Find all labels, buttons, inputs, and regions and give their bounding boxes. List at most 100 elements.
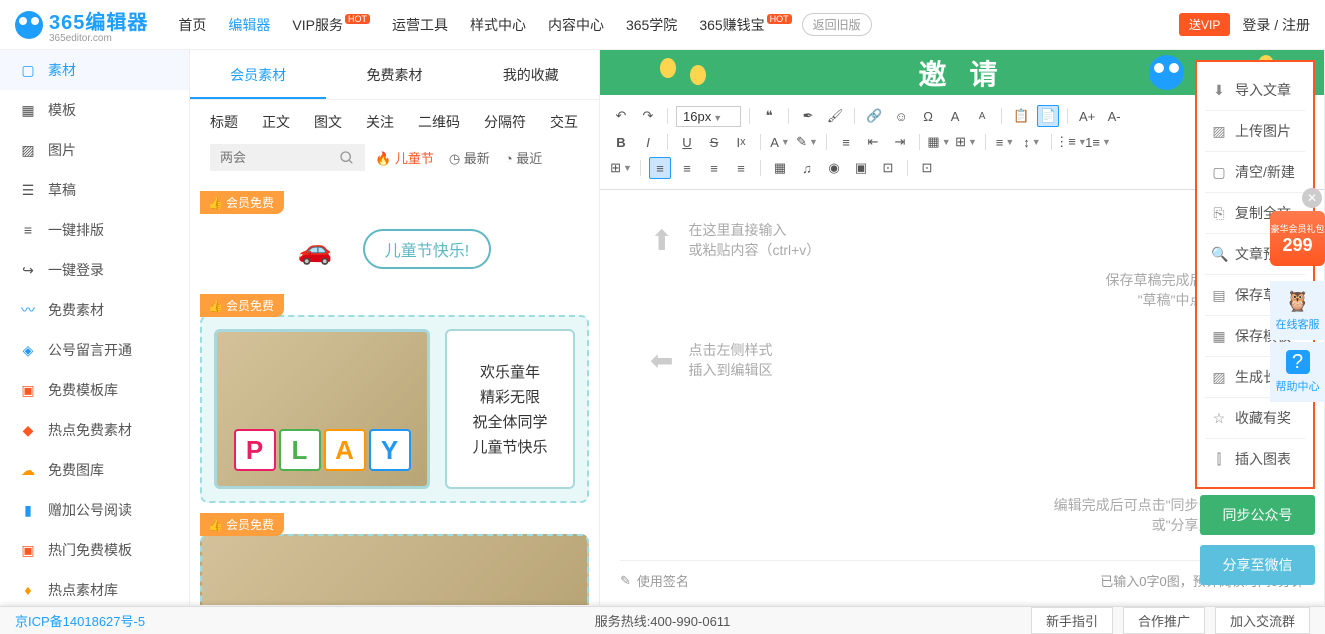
nav-item-5[interactable]: 内容中心 xyxy=(548,15,604,35)
strike-button[interactable]: S xyxy=(703,131,725,153)
sidebar-item-cloud[interactable]: ☁免费图库 xyxy=(0,450,189,490)
format-minus-button[interactable]: A- xyxy=(1103,105,1125,127)
bg-color-button[interactable]: ✎▼ xyxy=(796,131,818,153)
filter-new[interactable]: ◷ 最新 xyxy=(449,148,490,167)
filter-hot[interactable]: 🔥 儿童节 xyxy=(375,148,434,167)
footer-link-2[interactable]: 加入交流群 xyxy=(1215,607,1310,634)
sidebar-item-folder[interactable]: ▢素材 xyxy=(0,50,189,90)
promo-badge[interactable]: 豪华会员礼包 299 xyxy=(1270,211,1325,266)
subtab-3[interactable]: 关注 xyxy=(366,112,394,132)
subtab-1[interactable]: 正文 xyxy=(262,112,290,132)
nav-item-1[interactable]: 编辑器 xyxy=(228,15,270,35)
material-tab-2[interactable]: 我的收藏 xyxy=(463,50,599,99)
list-ol-button[interactable]: 1≡▼ xyxy=(1087,131,1109,153)
action-download[interactable]: ⬇导入文章 xyxy=(1205,70,1305,111)
copy-button[interactable]: 📋 xyxy=(1010,105,1032,127)
underline-button[interactable]: U xyxy=(676,131,698,153)
action-star[interactable]: ☆收藏有奖 xyxy=(1205,398,1305,439)
list-ul-button[interactable]: ⋮≡▼ xyxy=(1060,131,1082,153)
link-button[interactable]: 🔗 xyxy=(863,105,885,127)
align-l-button[interactable]: ≡ xyxy=(649,157,671,179)
special-char-button[interactable]: Ω xyxy=(917,105,939,127)
spacing-button[interactable]: ⊞▼ xyxy=(955,131,977,153)
nav-item-2[interactable]: VIP服务HOT xyxy=(292,15,370,35)
sidebar-item-wave[interactable]: 〰免费素材 xyxy=(0,290,189,330)
bold-button[interactable]: B xyxy=(610,131,632,153)
close-float-button[interactable]: ✕ xyxy=(1302,188,1322,208)
subtab-6[interactable]: 交互 xyxy=(550,112,578,132)
filter-recent[interactable]: ◔ 最近 xyxy=(505,148,542,167)
old-version-button[interactable]: 返回旧版 xyxy=(802,13,872,36)
sidebar-item-diamond[interactable]: ◆热点免费素材 xyxy=(0,410,189,450)
align-c-button[interactable]: ≡ xyxy=(676,157,698,179)
eyedropper-button[interactable]: ✒ xyxy=(797,105,819,127)
action-image[interactable]: ▨上传图片 xyxy=(1205,111,1305,152)
sidebar-item-box[interactable]: ▣免费模板库 xyxy=(0,370,189,410)
sidebar-item-doc[interactable]: ☰草稿 xyxy=(0,170,189,210)
signature-toggle[interactable]: ✎ 使用签名 xyxy=(620,571,689,590)
sync-wechat-button[interactable]: 同步公众号 xyxy=(1200,495,1315,535)
subtab-0[interactable]: 标题 xyxy=(210,112,238,132)
sidebar-item-fire[interactable]: ▣热门免费模板 xyxy=(0,530,189,570)
login-link[interactable]: 登录 / 注册 xyxy=(1242,15,1310,35)
align-j-button[interactable]: ≡ xyxy=(730,157,752,179)
search-input[interactable] xyxy=(210,144,329,171)
material-card-3[interactable]: 👍 会员免费 xyxy=(200,513,589,605)
subtab-2[interactable]: 图文 xyxy=(314,112,342,132)
sidebar-item-book[interactable]: ▮赠加公号阅读 xyxy=(0,490,189,530)
share-wechat-button[interactable]: 分享至微信 xyxy=(1200,545,1315,585)
online-service-button[interactable]: 🦉 在线客服 xyxy=(1270,281,1325,340)
indent-right-button[interactable]: ⇥ xyxy=(889,131,911,153)
audio-button[interactable]: ♫ xyxy=(796,157,818,179)
indent-left-button[interactable]: ⇤ xyxy=(862,131,884,153)
brush-button[interactable]: 🖌 xyxy=(824,105,846,127)
align-left-button[interactable]: ≡ xyxy=(835,131,857,153)
subtab-4[interactable]: 二维码 xyxy=(418,112,460,132)
help-center-button[interactable]: ? 帮助中心 xyxy=(1270,342,1325,402)
action-chart[interactable]: ⫿插入图表 xyxy=(1205,439,1305,479)
vip-button[interactable]: 送VIP xyxy=(1179,13,1230,36)
material-card-2[interactable]: 👍 会员免费 P L A Y 欢乐童年 xyxy=(200,294,589,503)
font-button[interactable]: A xyxy=(944,105,966,127)
sidebar-item-login[interactable]: ↪一键登录 xyxy=(0,250,189,290)
letter-spacing-button[interactable]: ↕▼ xyxy=(1021,131,1043,153)
line-height-button[interactable]: ≡▼ xyxy=(994,131,1016,153)
undo-button[interactable]: ↶ xyxy=(610,105,632,127)
sidebar-item-image[interactable]: ▨图片 xyxy=(0,130,189,170)
footer-link-1[interactable]: 合作推广 xyxy=(1123,607,1205,634)
logo[interactable]: 365编辑器 365editor.com xyxy=(15,6,148,44)
font-small-button[interactable]: A xyxy=(971,105,993,127)
table-button[interactable]: ⊞▼ xyxy=(610,157,632,179)
paste-button[interactable]: 📄 xyxy=(1037,105,1059,127)
nav-item-7[interactable]: 365赚钱宝HOT xyxy=(699,15,791,35)
clear-format-button[interactable]: Ix xyxy=(730,131,752,153)
media-button[interactable]: ◉ xyxy=(823,157,845,179)
redo-button[interactable]: ↷ xyxy=(637,105,659,127)
more-button[interactable]: ⊡ xyxy=(916,157,938,179)
align-r-button[interactable]: ≡ xyxy=(703,157,725,179)
icp-link[interactable]: 京ICP备14018627号-5 xyxy=(15,611,145,630)
subtab-5[interactable]: 分隔符 xyxy=(484,112,526,132)
emoji-button[interactable]: ☺ xyxy=(890,105,912,127)
image-button[interactable]: ▣ xyxy=(850,157,872,179)
nav-item-0[interactable]: 首页 xyxy=(178,15,206,35)
video-button[interactable]: ▦ xyxy=(769,157,791,179)
bg-button[interactable]: ▦▼ xyxy=(928,131,950,153)
format-plus-button[interactable]: A+ xyxy=(1076,105,1098,127)
sidebar-item-list[interactable]: ≡一键排版 xyxy=(0,210,189,250)
material-card-1[interactable]: 👍 会员免费 🚗 儿童节快乐! xyxy=(200,191,589,284)
nav-item-6[interactable]: 365学院 xyxy=(626,15,677,35)
font-size-select[interactable]: 16px▼ xyxy=(676,106,741,127)
material-tab-0[interactable]: 会员素材 xyxy=(190,50,326,99)
pic-button[interactable]: ⊡ xyxy=(877,157,899,179)
sidebar-item-hot[interactable]: ♦热点素材库 xyxy=(0,570,189,605)
search-button[interactable] xyxy=(329,144,365,171)
italic-button[interactable]: I xyxy=(637,131,659,153)
quote-button[interactable]: ❝ xyxy=(758,105,780,127)
nav-item-4[interactable]: 样式中心 xyxy=(470,15,526,35)
footer-link-0[interactable]: 新手指引 xyxy=(1031,607,1113,634)
material-tab-1[interactable]: 免费素材 xyxy=(326,50,462,99)
sidebar-item-msg[interactable]: ◈公号留言开通 xyxy=(0,330,189,370)
nav-item-3[interactable]: 运营工具 xyxy=(392,15,448,35)
sidebar-item-grid[interactable]: ▦模板 xyxy=(0,90,189,130)
